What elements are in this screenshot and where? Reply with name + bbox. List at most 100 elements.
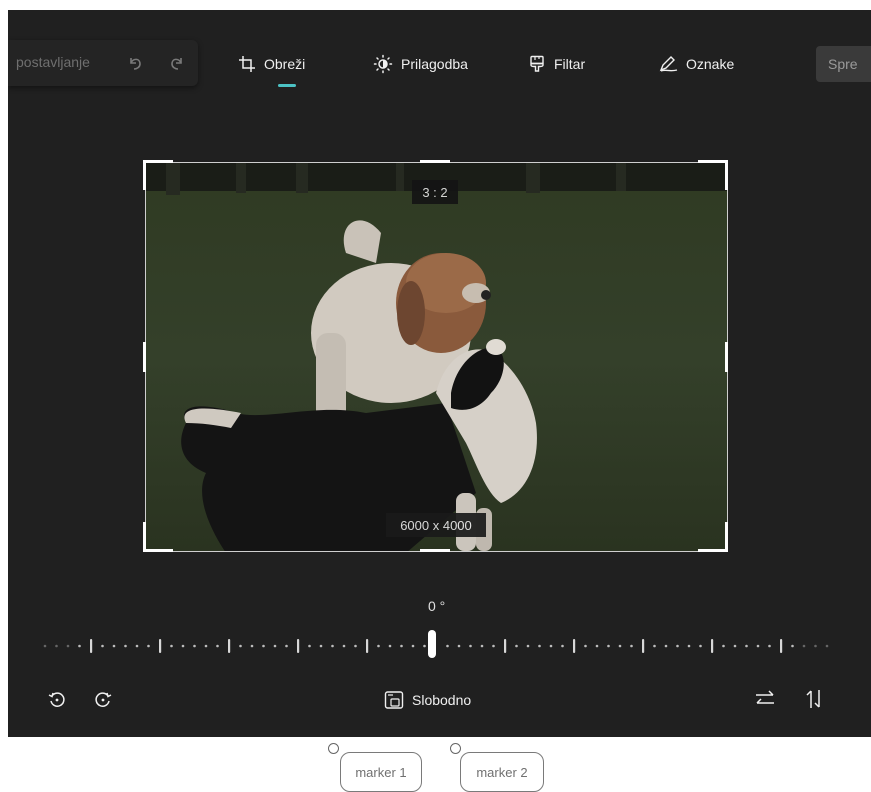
- crop-handle-top-left[interactable]: [143, 160, 173, 163]
- rotation-tick-minor: [170, 644, 173, 648]
- rotation-tick-minor: [193, 644, 196, 648]
- rotation-tick-minor: [411, 644, 415, 648]
- rotation-tick-major: [711, 639, 714, 653]
- rotate-right-icon[interactable]: [92, 688, 114, 710]
- flip-vertical-icon[interactable]: [804, 688, 826, 710]
- aspect-ratio-select[interactable]: Slobodno: [384, 690, 471, 710]
- rotation-tick-minor: [135, 644, 139, 648]
- crop-handle-top-right-v[interactable]: [725, 160, 728, 190]
- undo-icon[interactable]: [126, 54, 144, 72]
- crop-handle-left[interactable]: [143, 342, 146, 372]
- rotation-tick-minor: [469, 644, 472, 648]
- tab-filter[interactable]: Filtar: [528, 54, 585, 74]
- rotation-slider[interactable]: [38, 632, 838, 660]
- aspect-ratio-label-bottom: Slobodno: [412, 692, 472, 708]
- filter-icon: [530, 55, 544, 72]
- crop-handle-bottom-right[interactable]: [698, 549, 728, 552]
- crop-handle-top-right[interactable]: [698, 160, 728, 163]
- rotation-tick-minor: [526, 644, 530, 648]
- rotation-tick-minor: [676, 644, 679, 648]
- rotation-tick-major: [642, 639, 645, 653]
- rotation-tick-minor: [239, 644, 242, 648]
- crop-handle-bottom[interactable]: [420, 549, 450, 552]
- rotation-tick-minor: [147, 644, 150, 648]
- rotation-tick-minor: [722, 644, 725, 648]
- rotation-tick-minor: [492, 644, 495, 648]
- rotation-tick-minor: [112, 644, 116, 648]
- brightness-icon: [373, 54, 393, 74]
- marker-pin-2: [450, 743, 461, 754]
- rotation-tick-minor: [446, 644, 449, 648]
- rotation-tick-minor: [55, 644, 58, 648]
- crop-handle-right[interactable]: [725, 342, 728, 372]
- rotation-tick-minor: [480, 644, 484, 648]
- rotation-tick-minor: [204, 644, 208, 648]
- rotation-tick-minor: [756, 644, 760, 648]
- rotation-tick-minor: [273, 644, 277, 648]
- crop-handle-top[interactable]: [420, 160, 450, 163]
- tab-markup[interactable]: Oznake: [658, 54, 734, 74]
- rotation-slider-thumb[interactable]: [428, 630, 436, 658]
- rotation-tick-minor: [388, 644, 392, 648]
- crop-handle-bottom-right-v[interactable]: [725, 522, 728, 552]
- rotation-tick-minor: [181, 644, 185, 648]
- rotation-tick-minor: [791, 644, 794, 648]
- rotation-tick-minor: [124, 644, 127, 648]
- rotation-tick-minor: [607, 644, 610, 648]
- rotation-tick-minor: [745, 644, 748, 648]
- rotation-tick-minor: [699, 644, 702, 648]
- rotation-tick-major: [297, 639, 300, 653]
- rotation-tick-major: [159, 639, 162, 653]
- aspect-ratio-label: 3 : 2: [412, 180, 458, 204]
- rotation-tick-minor: [653, 644, 656, 648]
- rotate-left-icon[interactable]: [46, 688, 68, 710]
- rotation-tick-minor: [377, 644, 380, 648]
- rotation-tick-minor: [308, 644, 311, 648]
- rotation-tick-minor: [457, 644, 461, 648]
- rotation-tick-minor: [262, 644, 265, 648]
- rotation-tick-minor: [319, 644, 323, 648]
- rotation-tick-minor: [618, 644, 622, 648]
- tab-crop-label: Obreži: [264, 56, 306, 72]
- tab-filter-label: Filtar: [554, 56, 586, 72]
- rotation-tick-minor: [331, 644, 334, 648]
- rotation-tick-major: [504, 639, 507, 653]
- crop-icon: [239, 56, 255, 72]
- image-size-label: 6000 x 4000: [386, 513, 486, 537]
- rotation-tick-minor: [354, 644, 357, 648]
- reset-button[interactable]: postavljanje: [16, 54, 90, 70]
- rotation-tick-minor: [515, 644, 518, 648]
- rotation-tick-minor: [664, 644, 668, 648]
- rotation-tick-minor: [250, 644, 254, 648]
- tab-adjust-label: Prilagodba: [401, 56, 468, 72]
- photo-editor-window: postavljanje Obreži Prilagodba Filtar Oz…: [8, 10, 871, 737]
- rotation-tick-minor: [66, 644, 70, 648]
- marker-1: marker 1: [340, 752, 422, 792]
- aspect-ratio-icon: [384, 691, 404, 709]
- rotation-angle: 0 °: [428, 598, 446, 614]
- rotation-tick-major: [228, 639, 231, 653]
- rotation-tick-minor: [595, 644, 599, 648]
- tab-crop[interactable]: Obreži: [238, 54, 305, 74]
- rotation-tick-minor: [687, 644, 691, 648]
- crop-handle-top-left-v[interactable]: [143, 160, 146, 190]
- markup-icon: [659, 56, 678, 72]
- flip-horizontal-icon[interactable]: [754, 688, 776, 710]
- rotation-tick-major: [573, 639, 576, 653]
- rotation-tick-minor: [400, 644, 403, 648]
- crop-handle-bottom-left-v[interactable]: [143, 522, 146, 552]
- rotation-tick-minor: [342, 644, 346, 648]
- rotation-tick-minor: [549, 644, 553, 648]
- save-button[interactable]: Spre: [816, 46, 871, 82]
- rotation-tick-major: [90, 639, 93, 653]
- redo-icon[interactable]: [168, 54, 186, 72]
- tab-adjust[interactable]: Prilagodba: [373, 54, 468, 74]
- rotation-tick-minor: [423, 644, 426, 648]
- active-tab-indicator: [278, 84, 296, 87]
- rotation-tick-minor: [538, 644, 541, 648]
- rotation-tick-major: [780, 639, 783, 653]
- reset-undo-group: postavljanje: [8, 40, 198, 86]
- crop-handle-bottom-left[interactable]: [143, 549, 173, 552]
- rotation-tick-major: [366, 639, 369, 653]
- crop-image[interactable]: [145, 162, 728, 552]
